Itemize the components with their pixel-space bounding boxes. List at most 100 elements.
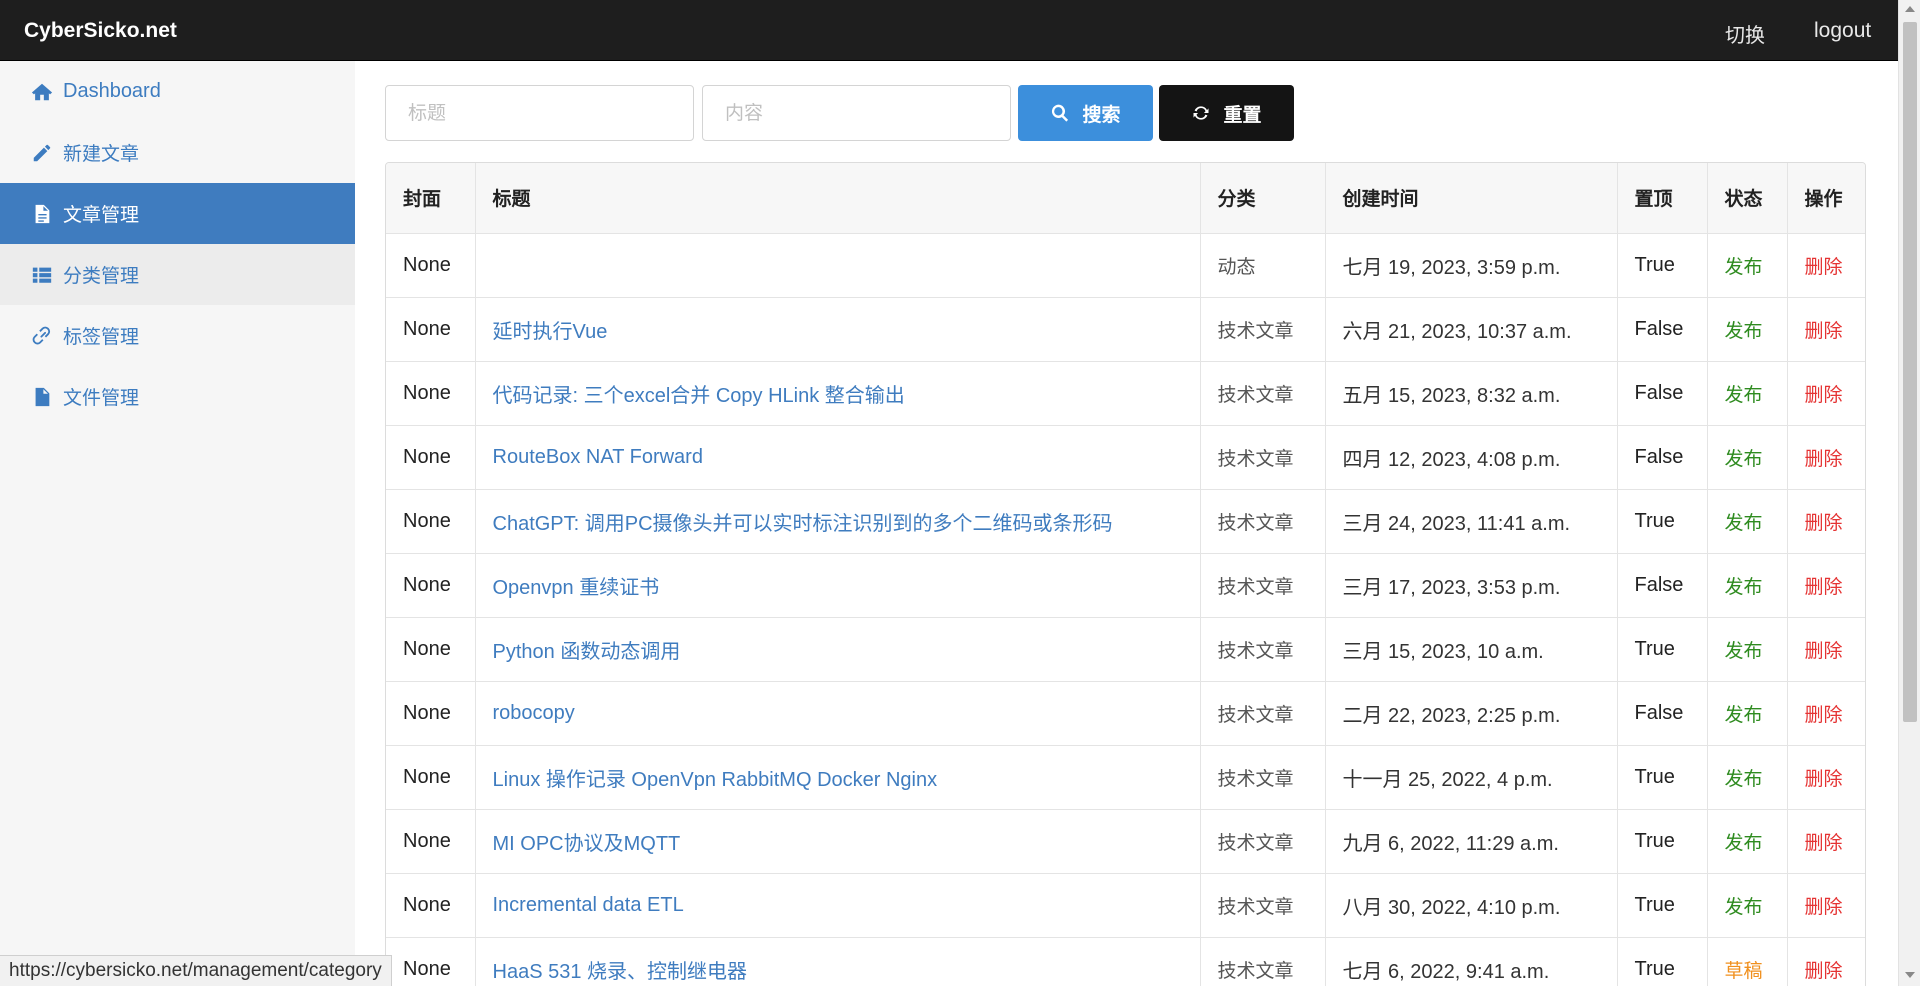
sidebar-item-tag-management[interactable]: 标签管理 xyxy=(0,305,355,366)
delete-link[interactable]: 删除 xyxy=(1787,297,1865,362)
home-icon xyxy=(30,80,54,104)
cell-status-toggle[interactable]: 发布 xyxy=(1707,425,1788,490)
cell-created: 九月 6, 2022, 11:29 a.m. xyxy=(1325,809,1618,874)
header-pinned: 置顶 xyxy=(1617,163,1708,234)
cell-created: 四月 12, 2023, 4:08 p.m. xyxy=(1325,425,1618,490)
top-navbar: CyberSicko.net 切换 logout xyxy=(0,0,1898,61)
sidebar-item-label: 标签管理 xyxy=(63,326,140,348)
cell-category: 技术文章 xyxy=(1200,489,1326,554)
cell-pinned: True xyxy=(1617,809,1708,874)
delete-link[interactable]: 删除 xyxy=(1787,873,1865,938)
table-row: None Python 函数动态调用 技术文章 三月 15, 2023, 10 … xyxy=(386,617,1865,682)
brand-logo[interactable]: CyberSicko.net xyxy=(24,19,177,43)
cell-cover: None xyxy=(386,489,476,554)
cell-status-toggle[interactable]: 发布 xyxy=(1707,681,1788,746)
cell-title-link[interactable]: Openvpn 重续证书 xyxy=(475,553,1201,618)
delete-link[interactable]: 删除 xyxy=(1787,361,1865,426)
table-row: None 延时执行Vue 技术文章 六月 21, 2023, 10:37 a.m… xyxy=(386,297,1865,362)
cell-status-toggle[interactable]: 发布 xyxy=(1707,361,1788,426)
delete-link[interactable]: 删除 xyxy=(1787,937,1865,986)
content-search-input[interactable] xyxy=(702,85,1011,141)
reset-button-label: 重置 xyxy=(1223,103,1262,126)
scrollbar-thumb[interactable] xyxy=(1903,22,1917,722)
cell-status-toggle[interactable]: 发布 xyxy=(1707,809,1788,874)
cell-title-link[interactable]: Linux 操作记录 OpenVpn RabbitMQ Docker Nginx xyxy=(475,745,1201,810)
sidebar-item-label: 文件管理 xyxy=(63,387,140,409)
delete-link[interactable]: 删除 xyxy=(1787,489,1865,554)
cell-title-link[interactable]: MI OPC协议及MQTT xyxy=(475,809,1201,874)
cell-category: 技术文章 xyxy=(1200,937,1326,986)
cell-pinned: True xyxy=(1617,233,1708,298)
table-row: None ChatGPT: 调用PC摄像头并可以实时标注识别到的多个二维码或条形… xyxy=(386,489,1865,554)
cell-category: 动态 xyxy=(1200,233,1326,298)
table-row: None 动态 七月 19, 2023, 3:59 p.m. True 发布 删… xyxy=(386,233,1865,298)
cell-cover: None xyxy=(386,809,476,874)
cell-pinned: True xyxy=(1617,617,1708,682)
cell-created: 五月 15, 2023, 8:32 a.m. xyxy=(1325,361,1618,426)
cell-title-link[interactable]: robocopy xyxy=(475,681,1201,746)
search-button[interactable]: 搜索 xyxy=(1018,85,1153,141)
cell-status-toggle[interactable]: 发布 xyxy=(1707,617,1788,682)
cell-title-link[interactable]: HaaS 531 烧录、控制继电器 xyxy=(475,937,1201,986)
sidebar-item-label: 文章管理 xyxy=(63,204,140,226)
cell-created: 七月 19, 2023, 3:59 p.m. xyxy=(1325,233,1618,298)
switch-link[interactable]: 切换 xyxy=(1725,19,1765,48)
table-row: None robocopy 技术文章 二月 22, 2023, 2:25 p.m… xyxy=(386,681,1865,746)
title-search-input[interactable] xyxy=(385,85,694,141)
cell-status-toggle[interactable]: 发布 xyxy=(1707,233,1788,298)
cell-category: 技术文章 xyxy=(1200,361,1326,426)
cell-status-toggle[interactable]: 发布 xyxy=(1707,553,1788,618)
scroll-down-arrow-icon[interactable] xyxy=(1905,972,1915,978)
cell-title-link[interactable]: 代码记录: 三个excel合并 Copy HLink 整合输出 xyxy=(475,361,1201,426)
cell-created: 三月 15, 2023, 10 a.m. xyxy=(1325,617,1618,682)
delete-link[interactable]: 删除 xyxy=(1787,809,1865,874)
sidebar-item-category-management[interactable]: 分类管理 xyxy=(0,244,355,305)
cell-status-toggle[interactable]: 草稿 xyxy=(1707,937,1788,986)
cell-status-toggle[interactable]: 发布 xyxy=(1707,873,1788,938)
sidebar-item-new-article[interactable]: 新建文章 xyxy=(0,122,355,183)
sidebar-item-article-management[interactable]: 文章管理 xyxy=(0,183,355,244)
browser-status-url: https://cybersicko.net/management/catego… xyxy=(0,955,392,986)
cell-title-link[interactable]: ChatGPT: 调用PC摄像头并可以实时标注识别到的多个二维码或条形码 xyxy=(475,489,1201,554)
cell-title-link[interactable]: Python 函数动态调用 xyxy=(475,617,1201,682)
cell-pinned: True xyxy=(1617,937,1708,986)
cell-pinned: False xyxy=(1617,425,1708,490)
sidebar-item-label: 新建文章 xyxy=(63,143,140,165)
delete-link[interactable]: 删除 xyxy=(1787,553,1865,618)
delete-link[interactable]: 删除 xyxy=(1787,617,1865,682)
sidebar-item-dashboard[interactable]: Dashboard xyxy=(0,61,355,122)
delete-link[interactable]: 删除 xyxy=(1787,681,1865,746)
sidebar: Dashboard 新建文章 文章管理 分类管理 标签管理 文件管理 xyxy=(0,61,355,986)
table-row: None Incremental data ETL 技术文章 八月 30, 20… xyxy=(386,873,1865,938)
delete-link[interactable]: 删除 xyxy=(1787,745,1865,810)
cell-pinned: True xyxy=(1617,489,1708,554)
cell-cover: None xyxy=(386,553,476,618)
cell-status-toggle[interactable]: 发布 xyxy=(1707,297,1788,362)
cell-status-toggle[interactable]: 发布 xyxy=(1707,745,1788,810)
cell-pinned: False xyxy=(1617,361,1708,426)
cell-pinned: False xyxy=(1617,297,1708,362)
cell-category: 技术文章 xyxy=(1200,873,1326,938)
delete-link[interactable]: 删除 xyxy=(1787,233,1865,298)
cell-title-link[interactable]: RouteBox NAT Forward xyxy=(475,425,1201,490)
sidebar-item-label: Dashboard xyxy=(63,80,161,102)
pencil-icon xyxy=(30,141,54,165)
header-created-time: 创建时间 xyxy=(1325,163,1618,234)
search-button-label: 搜索 xyxy=(1082,103,1121,126)
cell-title-link[interactable]: Incremental data ETL xyxy=(475,873,1201,938)
search-icon xyxy=(1052,104,1069,122)
cell-status-toggle[interactable]: 发布 xyxy=(1707,489,1788,554)
table-row: None Linux 操作记录 OpenVpn RabbitMQ Docker … xyxy=(386,745,1865,810)
page-scrollbar[interactable] xyxy=(1898,0,1920,986)
cell-cover: None xyxy=(386,681,476,746)
cell-title-link[interactable]: 延时执行Vue xyxy=(475,297,1201,362)
sidebar-item-file-management[interactable]: 文件管理 xyxy=(0,366,355,427)
table-row: None RouteBox NAT Forward 技术文章 四月 12, 20… xyxy=(386,425,1865,490)
logout-link[interactable]: logout xyxy=(1814,19,1871,43)
delete-link[interactable]: 删除 xyxy=(1787,425,1865,490)
scroll-up-arrow-icon[interactable] xyxy=(1905,6,1915,12)
cell-title-link[interactable] xyxy=(475,233,1201,298)
reset-button[interactable]: 重置 xyxy=(1159,85,1294,141)
cell-category: 技术文章 xyxy=(1200,745,1326,810)
cell-category: 技术文章 xyxy=(1200,553,1326,618)
